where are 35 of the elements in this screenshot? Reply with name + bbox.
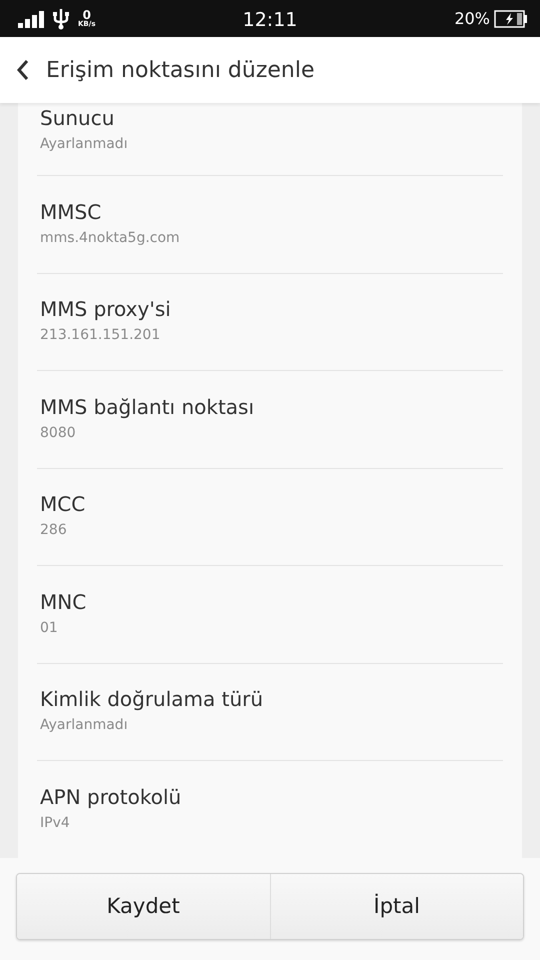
setting-row[interactable]: Kimlik doğrulama türü Ayarlanmadı	[37, 664, 503, 761]
setting-title: MNC	[40, 590, 86, 614]
speed-value: 0	[82, 9, 91, 21]
setting-value: 286	[40, 521, 67, 540]
setting-value: 8080	[40, 424, 76, 443]
back-icon	[16, 58, 30, 82]
clock: 12:11	[242, 9, 298, 31]
setting-row[interactable]: MNC 01	[37, 566, 503, 664]
setting-row[interactable]: MMS bağlantı noktası 8080	[37, 371, 503, 468]
signal-icon	[18, 10, 44, 28]
setting-title: MMS proxy'si	[40, 297, 171, 322]
battery-percent: 20%	[454, 8, 490, 30]
cancel-button[interactable]: İptal	[270, 874, 523, 939]
setting-row[interactable]: MCC 286	[37, 468, 503, 566]
setting-title: MCC	[40, 492, 86, 516]
setting-value: 213.161.151.201	[40, 326, 160, 346]
setting-title: MMSC	[40, 200, 102, 224]
setting-title: APN protokolü	[40, 784, 182, 809]
setting-value: 01	[40, 618, 58, 638]
setting-row[interactable]: APN protokolü IPv4	[37, 761, 503, 858]
setting-value: mms.4nokta5g.com	[40, 228, 180, 248]
back-button[interactable]	[16, 58, 30, 82]
save-button[interactable]: Kaydet	[17, 874, 270, 939]
setting-title: Kimlik doğrulama türü	[40, 687, 264, 712]
setting-value: Ayarlanmadı	[40, 135, 128, 154]
setting-row[interactable]: Sunucu Ayarlanmadı	[37, 103, 503, 176]
setting-row[interactable]: MMSC mms.4nokta5g.com	[37, 176, 503, 274]
usb-icon	[52, 8, 70, 30]
setting-value: IPv4	[40, 814, 70, 833]
setting-row[interactable]: MMS proxy'si 213.161.151.201	[37, 274, 503, 371]
battery-icon	[494, 10, 528, 28]
screen-title: Erişim noktasını düzenle	[46, 56, 315, 84]
setting-value: Ayarlanmadı	[40, 716, 128, 736]
setting-title: Sunucu	[40, 106, 114, 130]
setting-title: MMS bağlantı noktası	[40, 394, 254, 419]
